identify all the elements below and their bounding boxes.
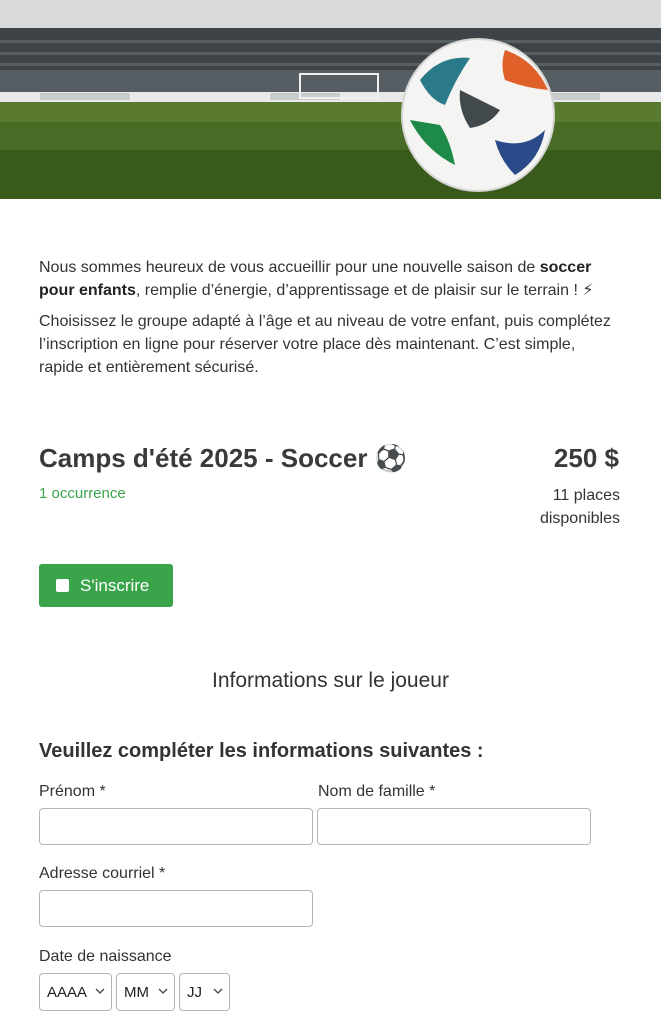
chevron-down-icon (95, 988, 105, 994)
chevron-down-icon (158, 988, 168, 994)
birth-day-value: JJ (187, 983, 202, 1001)
register-button[interactable]: S'inscrire (39, 564, 173, 607)
form-heading: Veuillez compléter les informations suiv… (39, 740, 484, 762)
last-name-label: Nom de famille * (318, 783, 436, 800)
birth-day-select[interactable]: JJ (179, 973, 230, 1011)
player-section-title: Informations sur le joueur (212, 669, 449, 692)
intro-paragraph-1: Nous sommes heureux de vous accueillir p… (39, 259, 594, 299)
hero-banner (0, 0, 661, 199)
birthdate-label: Date de naissance (39, 948, 172, 965)
first-name-field[interactable] (39, 808, 313, 845)
checkbox-icon (56, 579, 69, 592)
last-name-field[interactable] (317, 808, 591, 845)
event-occurrences: 1 occurrence (39, 485, 126, 502)
first-name-label: Prénom * (39, 783, 106, 800)
birth-month-select[interactable]: MM (116, 973, 175, 1011)
intro-text: Nous sommes heureux de vous accueillir p… (39, 256, 621, 379)
register-button-label: S'inscrire (80, 575, 150, 595)
chevron-down-icon (213, 988, 223, 994)
intro-paragraph-2: Choisissez le groupe adapté à l’âge et a… (39, 313, 611, 376)
birth-year-select[interactable]: AAAA (39, 973, 112, 1011)
event-title: Camps d'été 2025 - Soccer ⚽ (39, 443, 408, 473)
soccer-ball-stadium-image (0, 0, 661, 199)
birth-year-value: AAAA (47, 983, 88, 1001)
event-price: 250 $ (553, 443, 619, 473)
event-places-available: 11 places disponibles (539, 487, 620, 527)
email-label: Adresse courriel * (39, 865, 166, 882)
email-field[interactable] (39, 890, 313, 927)
birth-month-value: MM (124, 983, 149, 1001)
